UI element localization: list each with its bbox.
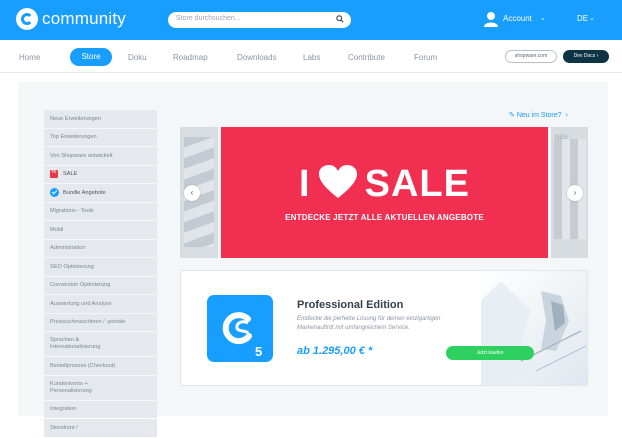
- chevron-down-icon: ⌄: [540, 15, 546, 22]
- sale-banner-title: I SALE: [221, 163, 548, 206]
- slider-dots: [407, 250, 437, 258]
- dev-docs-button[interactable]: Dev Docs ›: [563, 50, 609, 63]
- slider-next-arrow-icon[interactable]: ›: [567, 185, 583, 201]
- sidebar-item-checkout[interactable]: Bestellprozess (Checkout): [44, 357, 157, 375]
- sidebar-item-price-search[interactable]: Preissuchmaschinen / -portale: [44, 313, 157, 331]
- sidebar-item-label: Migrations - Tools: [50, 208, 94, 215]
- sidebar-item-label: Bundle Angebote: [63, 189, 106, 196]
- sale-title-word: SALE: [364, 163, 470, 205]
- sidebar-item-label: Neue Erweiterungen: [50, 115, 101, 122]
- sidebar-item-label: Preissuchmaschinen / -portale: [50, 319, 126, 326]
- nav-forum[interactable]: Forum: [414, 53, 437, 62]
- chevron-down-icon: ⌄: [589, 15, 595, 22]
- sidebar-item-label: Mobil: [50, 226, 64, 233]
- sidebar-item-storefront[interactable]: Storefront /: [44, 419, 157, 437]
- sidebar-item-integration[interactable]: Integration: [44, 400, 157, 418]
- sidebar-item-label: Kundenkonto + Personalisierung: [50, 380, 92, 394]
- top-header: community Store durchsuchen... Account ⌄…: [0, 0, 622, 40]
- sidebar-item-conversion[interactable]: Conversion Optimierung: [44, 276, 157, 294]
- new-in-store-label: Neu im Store?: [516, 112, 562, 119]
- product-title[interactable]: Professional Edition: [297, 299, 403, 311]
- product-description: Entdecke die perfekte Lösung für deinen …: [297, 316, 441, 331]
- product-price: ab 1.295,00 € *: [297, 345, 373, 357]
- sidebar-item-label: SEO Optimierung: [50, 263, 94, 270]
- sidebar-item-seo[interactable]: SEO Optimierung: [44, 258, 157, 276]
- nav-downloads[interactable]: Downloads: [237, 53, 277, 62]
- sidebar-item-label: Conversion Optimierung: [50, 282, 111, 289]
- sidebar-item-label: Bestellprozess (Checkout): [50, 362, 116, 369]
- sale-icon: [50, 169, 58, 179]
- sidebar-item-migration[interactable]: Migrations - Tools: [44, 202, 157, 220]
- professional-edition-card: 5 Professional Edition Entdecke die perf…: [180, 270, 588, 386]
- user-avatar-icon[interactable]: [484, 11, 498, 27]
- logo-text: community: [42, 9, 126, 28]
- sidebar-item-label: Administration: [50, 245, 86, 252]
- sidebar-item-label: Top Erweiterungen: [50, 134, 97, 141]
- sale-banner-slider: I SALE ENTDECKE JETZT ALLE AKTUELLEN ANGE…: [180, 127, 588, 258]
- sidebar-item-label: Storefront /: [50, 424, 78, 431]
- sidebar-item-bundle[interactable]: Bundle Angebote: [44, 184, 157, 202]
- sidebar-item-label: Von Shopware entwickelt: [50, 152, 113, 159]
- nav-home[interactable]: Home: [19, 53, 40, 62]
- sidebar-item-languages[interactable]: Sprachen & Internationalisierung: [44, 332, 157, 356]
- slider-prev-arrow-icon[interactable]: ‹: [184, 185, 200, 201]
- sidebar-item-label: Sprachen & Internationalisierung: [50, 337, 101, 350]
- language-selector[interactable]: DE: [577, 14, 588, 23]
- new-in-store-link[interactable]: ✎ Neu im Store? ›: [509, 111, 568, 119]
- sidebar-item-new[interactable]: Neue Erweiterungen: [44, 110, 157, 128]
- sidebar-item-shopware-developed[interactable]: Von Shopware entwickelt: [44, 147, 157, 165]
- sidebar-item-administration[interactable]: Administration: [44, 239, 157, 257]
- nav-contribute[interactable]: Contribute: [348, 53, 385, 62]
- nav-labs[interactable]: Labs: [303, 53, 320, 62]
- shopware-logo-icon: [222, 312, 252, 345]
- sidebar-item-sale[interactable]: SALE: [44, 165, 157, 183]
- sale-banner[interactable]: I SALE ENTDECKE JETZT ALLE AKTUELLEN ANGE…: [221, 127, 548, 258]
- logo-number: 5: [255, 344, 263, 359]
- nav-roadmap[interactable]: Roadmap: [173, 53, 208, 62]
- sidebar-item-label: Integration: [50, 406, 77, 413]
- sidebar-item-top[interactable]: Top Erweiterungen: [44, 128, 157, 146]
- skier-background-image: [481, 271, 587, 385]
- account-menu[interactable]: Account: [503, 14, 532, 23]
- dev-docs-label: Dev Docs: [573, 53, 596, 59]
- shopware-logo-icon: [16, 8, 38, 30]
- sale-banner-subtitle: ENTDECKE JETZT ALLE AKTUELLEN ANGEBOTE: [285, 213, 484, 222]
- sale-title-i: I: [299, 163, 311, 205]
- nav-doku[interactable]: Doku: [128, 53, 147, 62]
- search-icon[interactable]: [336, 15, 344, 23]
- sidebar-item-customer-account[interactable]: Kundenkonto + Personalisierung: [44, 375, 157, 400]
- shopware-5-logo: 5: [207, 295, 273, 362]
- sidebar-item-analytics[interactable]: Auswertung und Analyse: [44, 295, 157, 313]
- sidebar-item-label: Auswertung und Analyse: [50, 300, 112, 307]
- community-logo[interactable]: community: [16, 8, 126, 30]
- main-navigation: Home Store Doku Roadmap Downloads Labs C…: [0, 40, 622, 73]
- search-placeholder: Store durchsuchen...: [176, 15, 241, 22]
- heart-icon: [318, 165, 357, 198]
- bundle-check-icon: [50, 188, 59, 198]
- shopware-com-button[interactable]: shopware.com: [505, 50, 557, 63]
- buy-now-button[interactable]: Jetzt kaufen: [446, 346, 534, 360]
- sidebar-item-mobile[interactable]: Mobil: [44, 221, 157, 239]
- next-slide-label: NEU: [555, 135, 568, 141]
- search-input[interactable]: Store durchsuchen...: [168, 12, 351, 28]
- sidebar-item-label: SALE: [63, 171, 78, 178]
- category-sidebar: Neue Erweiterungen Top Erweiterungen Von…: [44, 110, 157, 438]
- nav-store[interactable]: Store: [70, 48, 112, 66]
